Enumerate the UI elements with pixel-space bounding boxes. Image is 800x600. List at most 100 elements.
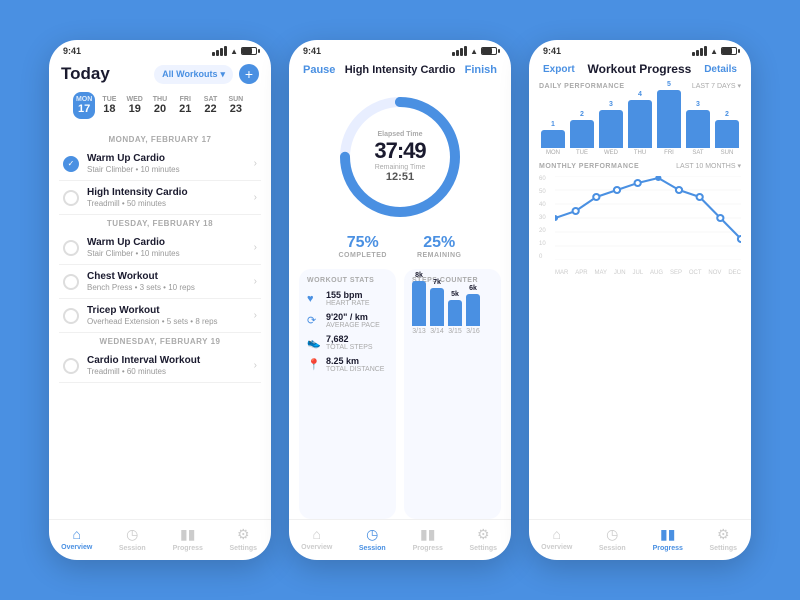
section-label-tue: TUESDAY, FEBRUARY 18	[59, 215, 261, 231]
cal-day-sat[interactable]: SAT 22	[199, 92, 221, 119]
cal-day-thu[interactable]: THU 20	[149, 92, 171, 119]
cal-day-sun[interactable]: SUN 23	[225, 92, 247, 119]
status-time-right: 9:41	[543, 46, 561, 56]
workout-item-hiit-1[interactable]: High Intensity Cardio Treadmill • 50 min…	[59, 181, 261, 215]
home-icon-mid: ⌂	[313, 526, 321, 542]
workout-check-cardio-interval	[63, 358, 79, 374]
bottom-nav-mid: ⌂ Overview ◷ Session ▮▮ Progress ⚙ Setti…	[289, 519, 511, 560]
chart-icon: ▮▮	[180, 526, 195, 543]
pause-button[interactable]: Pause	[303, 64, 335, 76]
workout-item-warmup-1[interactable]: Warm Up Cardio Stair Climber • 10 minute…	[59, 147, 261, 181]
pace-label: AVERAGE PACE	[326, 322, 380, 329]
completed-stat: 75% COMPLETED	[338, 234, 386, 259]
all-workouts-button[interactable]: All Workouts ▾	[154, 65, 233, 84]
chart-icon-mid: ▮▮	[420, 526, 435, 543]
remaining-time: 12:51	[374, 171, 425, 183]
chevron-right-icon-3: ›	[254, 242, 257, 253]
workout-sub-tricep: Overhead Extension • 5 sets • 8 reps	[87, 317, 246, 326]
daily-bar-sun: 2 SUN	[715, 111, 739, 156]
nav-progress-left[interactable]: ▮▮ Progress	[160, 526, 216, 552]
nav-overview-right[interactable]: ⌂ Overview	[529, 526, 585, 552]
right-header: Export Workout Progress Details	[529, 58, 751, 82]
line-chart-svg-wrap	[555, 176, 741, 260]
mid-header: Pause High Intensity Cardio Finish	[289, 58, 511, 84]
pace-val: 9'20" / km	[326, 312, 380, 322]
daily-chart: 1 MON 2 TUE 3 WED 4 THU 5 F	[539, 96, 741, 156]
nav-progress-right[interactable]: ▮▮ Progress	[640, 526, 696, 552]
distance-label: TOTAL DISTANCE	[326, 366, 384, 373]
workout-sub-warmup-1: Stair Climber • 10 minutes	[87, 165, 246, 174]
status-bar-right: 9:41 ▲	[529, 40, 751, 58]
daily-period-selector[interactable]: LAST 7 DAYS ▾	[692, 82, 741, 90]
nav-session-right[interactable]: ◷ Session	[585, 526, 641, 552]
status-bar-mid: 9:41 ▲	[289, 40, 511, 58]
workout-name-chest: Chest Workout	[87, 271, 246, 282]
heart-rate-label: HEART RATE	[326, 300, 370, 307]
nav-overview-mid[interactable]: ⌂ Overview	[289, 526, 345, 552]
add-workout-button[interactable]: +	[239, 64, 259, 84]
timer-ring: Elapsed Time 37:49 Remaining Time 12:51	[335, 92, 465, 222]
status-time-mid: 9:41	[303, 46, 321, 56]
workout-item-warmup-2[interactable]: Warm Up Cardio Stair Climber • 10 minute…	[59, 231, 261, 265]
finish-button[interactable]: Finish	[465, 64, 497, 76]
nav-settings-left[interactable]: ⚙ Settings	[216, 526, 272, 552]
gear-icon-mid: ⚙	[477, 526, 490, 543]
remaining-label: Remaining Time	[374, 164, 425, 171]
details-button[interactable]: Details	[704, 64, 737, 75]
completed-pct: 75%	[338, 234, 386, 252]
gear-icon: ⚙	[237, 526, 250, 543]
stats-title: WORKOUT STATS	[307, 277, 388, 284]
stats-steps-row: WORKOUT STATS ♥ 155 bpm HEART RATE ⟳ 9'2…	[289, 269, 511, 519]
nav-overview-left[interactable]: ⌂ Overview	[49, 526, 105, 552]
chevron-right-icon: ›	[254, 158, 257, 169]
daily-chart-section: DAILY PERFORMANCE LAST 7 DAYS ▾ 1 MON 2 …	[529, 82, 751, 162]
bottom-nav-left: ⌂ Overview ◷ Session ▮▮ Progress ⚙ Setti…	[49, 519, 271, 560]
workout-item-tricep[interactable]: Tricep Workout Overhead Extension • 5 se…	[59, 299, 261, 333]
status-icons-right: ▲	[692, 46, 737, 56]
wifi-icon-mid: ▲	[470, 47, 478, 56]
cal-day-fri[interactable]: FRI 21	[174, 92, 196, 119]
workout-name-warmup-2: Warm Up Cardio	[87, 237, 246, 248]
nav-session-left[interactable]: ◷ Session	[105, 526, 161, 552]
remaining-pct: 25%	[417, 234, 462, 252]
daily-bar-wed: 3 WED	[599, 101, 623, 156]
status-icons-mid: ▲	[452, 46, 497, 56]
workout-list: MONDAY, FEBRUARY 17 Warm Up Cardio Stair…	[49, 131, 271, 519]
cal-day-mon[interactable]: MON 17	[73, 92, 95, 119]
nav-session-mid[interactable]: ◷ Session	[345, 526, 401, 552]
distance-val: 8.25 km	[326, 356, 384, 366]
monthly-period-selector[interactable]: LAST 10 MONTHS ▾	[676, 162, 741, 170]
workout-item-chest[interactable]: Chest Workout Bench Press • 3 sets • 10 …	[59, 265, 261, 299]
steps-icon: 👟	[307, 336, 321, 349]
cal-day-wed[interactable]: WED 19	[124, 92, 146, 119]
cal-day-tue[interactable]: TUE 18	[98, 92, 120, 119]
daily-bar-mon: 1 MON	[541, 121, 565, 156]
left-phone: 9:41 ▲ Today All Workouts ▾ +	[49, 40, 271, 560]
nav-settings-mid[interactable]: ⚙ Settings	[456, 526, 512, 552]
workout-sub-cardio-interval: Treadmill • 60 minutes	[87, 367, 246, 376]
nav-progress-mid[interactable]: ▮▮ Progress	[400, 526, 456, 552]
workout-name-hiit-1: High Intensity Cardio	[87, 187, 246, 198]
workout-check-hiit-1	[63, 190, 79, 206]
export-button[interactable]: Export	[543, 64, 575, 75]
status-bar-left: 9:41 ▲	[49, 40, 271, 58]
daily-bar-sat: 3 SAT	[686, 101, 710, 156]
workout-progress-title: Workout Progress	[588, 62, 692, 76]
right-phone: 9:41 ▲ Export Workout Progress Details D…	[529, 40, 751, 560]
daily-bar-thu: 4 THU	[628, 91, 652, 156]
session-title: High Intensity Cardio	[345, 64, 456, 76]
chevron-right-icon-6: ›	[254, 360, 257, 371]
nav-settings-right[interactable]: ⚙ Settings	[696, 526, 752, 552]
y-axis-labels: 60 50 40 30 20 10 0	[539, 176, 553, 260]
chevron-right-icon-5: ›	[254, 310, 257, 321]
status-icons-left: ▲	[212, 46, 257, 56]
workout-name-cardio-interval: Cardio Interval Workout	[87, 355, 246, 366]
workout-check-warmup-1	[63, 156, 79, 172]
steps-val: 7,682	[326, 334, 373, 344]
clock-icon-right: ◷	[606, 526, 618, 543]
workout-item-cardio-interval[interactable]: Cardio Interval Workout Treadmill • 60 m…	[59, 349, 261, 383]
heart-rate-val: 155 bpm	[326, 290, 370, 300]
remaining-label2: REMAINING	[417, 252, 462, 259]
workout-check-chest	[63, 274, 79, 290]
monthly-chart-section: MONTHLY PERFORMANCE LAST 10 MONTHS ▾ 60 …	[529, 162, 751, 519]
